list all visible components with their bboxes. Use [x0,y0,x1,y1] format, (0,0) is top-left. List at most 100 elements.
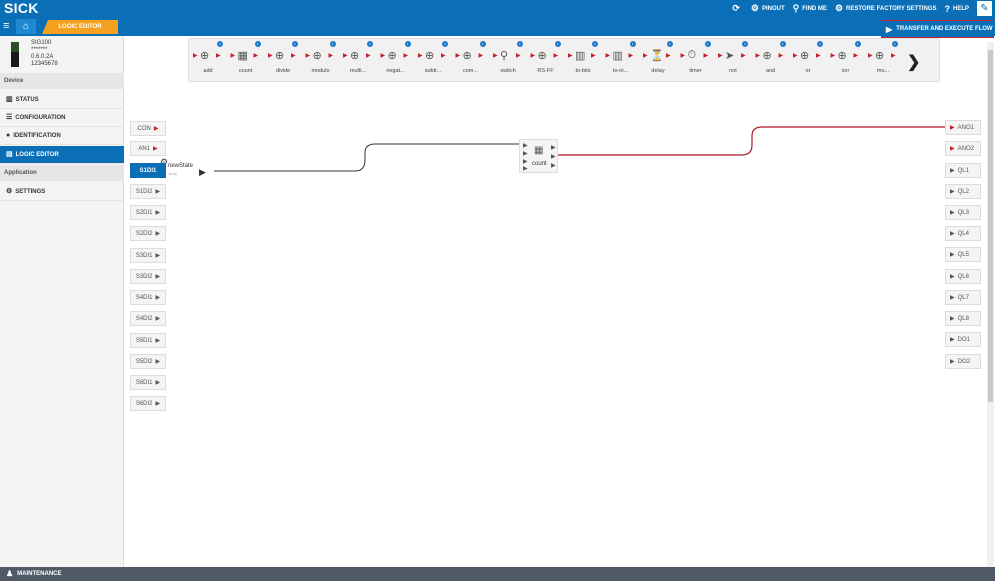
breadcrumb-current[interactable]: LOGIC EDITOR [42,20,118,34]
sidebar-item-label: LOGIC EDITOR [15,151,59,158]
palette-item[interactable]: ▶ ➤ ▶ i not [716,41,748,79]
info-icon[interactable]: i [217,41,223,47]
input-port[interactable]: S4DI2 ▶ [130,311,166,326]
output-port[interactable]: ▶ QL4 [945,226,981,241]
input-port[interactable]: S4DI1 ▶ [130,290,166,305]
info-icon[interactable]: i [329,41,336,47]
transfer-label: TRANSFER AND EXECUTE FLOW [896,26,993,32]
node-output-icon: ▶ [551,163,556,169]
palette-item[interactable]: ▶ ▦ ▶ i count [229,41,261,79]
palette-item[interactable]: ▶ ⏳ ▶ i delay [641,41,673,79]
output-pin-icon: ▶ [891,53,896,59]
output-port[interactable]: ▶ QL3 [945,205,981,220]
input-port[interactable]: S6DI1 ▶ [130,375,166,390]
output-port[interactable]: ▶ DO2 [945,354,981,369]
sidebar-item-status[interactable]: ▥ STATUS [0,91,124,109]
info-icon[interactable]: i [667,41,673,47]
sick-logo: SICK [4,0,39,16]
chart-icon: ▥ [6,95,13,103]
info-icon[interactable]: i [854,41,861,47]
output-port[interactable]: ▶ QL6 [945,269,981,284]
input-port[interactable]: S5DI1 ▶ [130,333,166,348]
find-me-button[interactable]: ⚲ FIND ME [793,3,827,14]
sidebar-item-identification[interactable]: ● IDENTIFICATION [0,127,124,145]
output-port[interactable]: ▶ QL5 [945,247,981,262]
info-icon[interactable]: i [704,41,711,47]
footer-bar[interactable]: ♟ MAINTENANCE [0,567,995,581]
input-port[interactable]: S3DI2 ▶ [130,269,166,284]
logic-canvas[interactable] [125,36,987,567]
home-icon[interactable]: ⌂ [16,19,36,34]
palette-item[interactable]: ▶ ⊕ ▶ i or [791,41,823,79]
info-icon[interactable]: i [479,41,486,47]
palette-item[interactable]: ▶ ⏱ ▶ i timer [679,41,711,79]
chevron-right-icon[interactable]: ❯ [907,52,920,72]
palette-item[interactable]: ▶ ⊕ ▶ i add [191,41,223,79]
port-arrow-icon: ▶ [155,274,161,280]
output-port[interactable]: ▶ ANO1 [945,120,981,135]
info-icon[interactable]: i [554,41,561,47]
info-icon[interactable]: i [742,41,748,47]
output-port[interactable]: ▶ QL2 [945,184,981,199]
info-icon[interactable]: i [254,41,261,47]
vertical-scrollbar[interactable] [987,42,994,567]
output-port[interactable]: ▶ QL7 [945,290,981,305]
restore-button[interactable]: ⚙ RESTORE FACTORY SETTINGS [835,3,937,14]
sidebar-item-logic-editor[interactable]: ▤ LOGIC EDITOR [0,146,124,164]
output-port-label: QL5 [957,251,969,258]
info-icon[interactable]: i [892,41,898,47]
count-node[interactable]: ▶ ▶ ▶ ▶ ▦ count ▶ ▶ ▶ [519,139,558,173]
palette-item-label: divide [275,68,291,74]
info-icon[interactable]: i [629,41,636,47]
palette-item[interactable]: ▶ ⊕ ▶ i subtr... [416,41,448,79]
palette-item[interactable]: ▶ ⊕ ▶ i and [754,41,786,79]
edit-button[interactable]: ✎ [977,1,992,16]
sidebar-item-settings[interactable]: ⚙ SETTINGS [0,183,124,201]
palette-item[interactable]: ▶ ⊕ ▶ i modulo [304,41,336,79]
palette-item[interactable]: ▶ ⊕ ▶ i RS-FF [529,41,561,79]
help-button[interactable]: ? HELP [944,4,969,14]
input-pin-icon: ▶ [568,53,573,59]
info-icon[interactable]: i [517,41,523,47]
input-port[interactable]: S1DI1 [130,163,166,178]
scrollbar-thumb[interactable] [988,50,993,402]
menu-icon[interactable]: ≡ [3,20,9,32]
input-pin-icon: ▶ [193,53,198,59]
sidebar-item-configuration[interactable]: ☰ CONFIGURATION [0,109,124,127]
input-port[interactable]: S5DI2 ▶ [130,354,166,369]
input-port[interactable]: S2DI1 ▶ [130,205,166,220]
palette-item[interactable]: ▶ ▥ ▶ i to-ni... [604,41,636,79]
palette-item[interactable]: ▶ ⊕ ▶ i multi... [341,41,373,79]
palette-item[interactable]: ▶ ⚲ ▶ i switch [491,41,523,79]
palette-item[interactable]: ▶ ⊕ ▶ i xor [829,41,861,79]
output-port[interactable]: ▶ QL8 [945,311,981,326]
input-port[interactable]: S2DI2 ▶ [130,226,166,241]
output-port[interactable]: ▶ ANO2 [945,141,981,156]
info-icon[interactable]: i [817,41,823,47]
palette-item[interactable]: ▶ ⊕ ▶ i mu... [866,41,898,79]
info-icon[interactable]: i [404,41,411,47]
block-icon: ⊕ [875,50,885,62]
output-port[interactable]: ▶ DO1 [945,332,981,347]
input-port[interactable]: S6DI2 ▶ [130,396,166,411]
input-port[interactable]: CON ▶ [130,121,166,136]
pinout-button[interactable]: ⚙ PINOUT [751,3,785,14]
output-port[interactable]: ▶ QL1 [945,163,981,178]
sidebar-item-label: IDENTIFICATION [13,132,61,139]
palette-item[interactable]: ▶ ⊕ ▶ i negat... [379,41,411,79]
input-port[interactable]: AN1 ▶ [130,141,166,156]
find-me-label: FIND ME [802,5,827,12]
palette-item-label: modulo [311,68,330,74]
refresh-button[interactable]: ⟳ [732,3,743,14]
info-icon[interactable]: i [442,41,448,47]
info-icon[interactable]: i [779,41,786,47]
input-port[interactable]: S3DI1 ▶ [130,248,166,263]
info-icon[interactable]: i [592,41,598,47]
palette-item[interactable]: ▶ ⊕ ▶ i divide [266,41,298,79]
palette-item[interactable]: ▶ ⊕ ▶ i com... [454,41,486,79]
info-icon[interactable]: i [292,41,298,47]
info-icon[interactable]: i [367,41,373,47]
input-port[interactable]: S1DI2 ▶ [130,184,166,199]
block-icon: ⊕ [425,50,435,62]
palette-item[interactable]: ▶ ▥ ▶ i to-bits [566,41,598,79]
